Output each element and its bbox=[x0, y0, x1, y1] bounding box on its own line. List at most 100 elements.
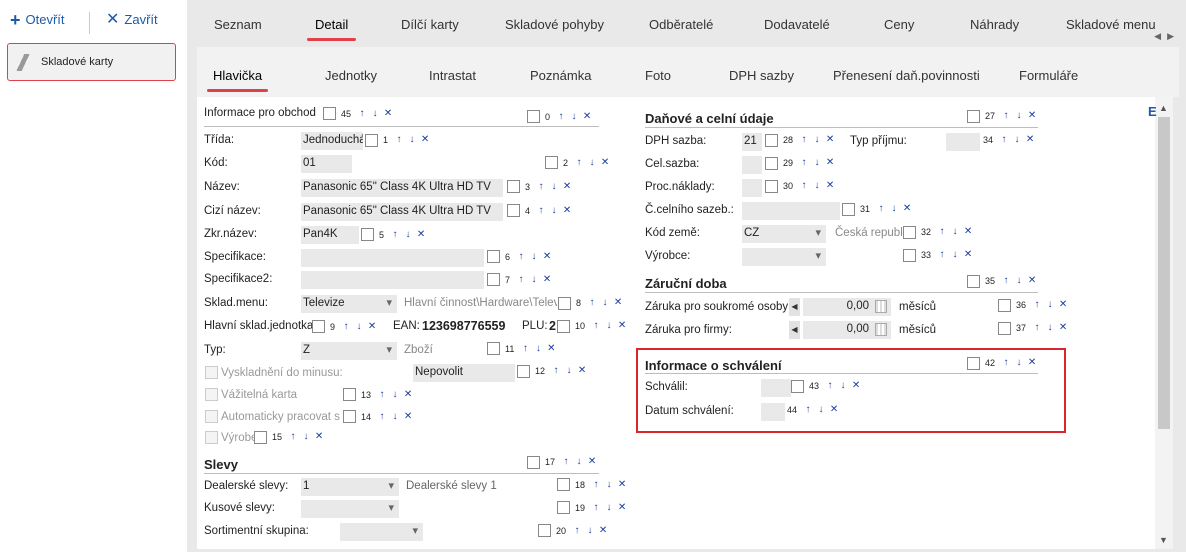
close-icon[interactable]: ✕ bbox=[562, 206, 573, 216]
arrow-down-icon[interactable]: ↓ bbox=[587, 158, 598, 168]
ccs-checkbox[interactable] bbox=[842, 203, 855, 216]
arrow-up-icon[interactable]: ↑ bbox=[394, 135, 405, 145]
arrow-up-icon[interactable]: ↑ bbox=[520, 344, 531, 354]
arrow-down-icon[interactable]: ↓ bbox=[301, 432, 312, 442]
close-icon[interactable]: ✕ bbox=[1058, 300, 1069, 310]
arrow-up-icon[interactable]: ↑ bbox=[937, 250, 948, 260]
spec-field[interactable] bbox=[301, 249, 484, 267]
auto-checkbox-2[interactable] bbox=[343, 410, 356, 423]
zar2-spin-left-icon[interactable]: ◀ bbox=[789, 321, 800, 339]
arrow-down-icon[interactable]: ↓ bbox=[549, 206, 560, 216]
arrow-down-icon[interactable]: ↓ bbox=[390, 390, 401, 400]
arrow-up-icon[interactable]: ↑ bbox=[377, 412, 388, 422]
arrow-up-icon[interactable]: ↑ bbox=[799, 135, 810, 145]
arrow-up-icon[interactable]: ↑ bbox=[288, 432, 299, 442]
arrow-down-icon[interactable]: ↓ bbox=[812, 181, 823, 191]
close-icon[interactable]: ✕ bbox=[587, 457, 598, 467]
schvalil-checkbox[interactable] bbox=[791, 380, 804, 393]
arrow-down-icon[interactable]: ↓ bbox=[354, 322, 365, 332]
arrow-up-icon[interactable]: ↑ bbox=[591, 321, 602, 331]
vyrobce-dropdown[interactable] bbox=[742, 248, 826, 266]
close-icon[interactable]: ✕ bbox=[383, 109, 394, 119]
arrow-down-icon[interactable]: ↓ bbox=[838, 381, 849, 391]
arrow-up-icon[interactable]: ↑ bbox=[516, 275, 527, 285]
sortiment-checkbox[interactable] bbox=[538, 524, 551, 537]
arrow-down-icon[interactable]: ↓ bbox=[1014, 276, 1025, 286]
arrow-up-icon[interactable]: ↑ bbox=[561, 457, 572, 467]
kodzeme-dropdown[interactable]: CZ bbox=[742, 225, 826, 243]
kod-checkbox[interactable] bbox=[545, 156, 558, 169]
arrow-up-icon[interactable]: ↑ bbox=[572, 526, 583, 536]
slevy-checkbox[interactable] bbox=[527, 456, 540, 469]
kod-field[interactable]: 01 bbox=[301, 155, 352, 173]
typ-prijmu-field[interactable] bbox=[946, 133, 980, 151]
close-icon[interactable]: ✕ bbox=[825, 135, 836, 145]
vazit-checkbox-2[interactable] bbox=[343, 388, 356, 401]
arrow-down-icon[interactable]: ↓ bbox=[604, 503, 615, 513]
info-obchod-checkbox[interactable] bbox=[323, 107, 336, 120]
trida-field[interactable]: Jednoduchá bbox=[301, 132, 363, 150]
close-icon[interactable]: ✕ bbox=[829, 405, 840, 415]
arrow-down-icon[interactable]: ↓ bbox=[585, 526, 596, 536]
arrow-down-icon[interactable]: ↓ bbox=[950, 250, 961, 260]
arrow-up-icon[interactable]: ↑ bbox=[556, 112, 567, 122]
close-icon[interactable]: ✕ bbox=[1027, 358, 1038, 368]
arrow-up-icon[interactable]: ↑ bbox=[825, 381, 836, 391]
spec2-checkbox[interactable] bbox=[487, 273, 500, 286]
vyrobe-checkbox[interactable] bbox=[205, 431, 218, 444]
arrow-down-icon[interactable]: ↓ bbox=[390, 412, 401, 422]
close-icon[interactable]: ✕ bbox=[403, 390, 414, 400]
close-icon[interactable]: ✕ bbox=[825, 181, 836, 191]
close-icon[interactable]: ✕ bbox=[1058, 323, 1069, 333]
arrow-down-icon[interactable]: ↓ bbox=[533, 344, 544, 354]
close-icon[interactable]: ✕ bbox=[1027, 276, 1038, 286]
arrow-down-icon[interactable]: ↓ bbox=[812, 135, 823, 145]
arrow-up-icon[interactable]: ↑ bbox=[574, 158, 585, 168]
arrow-down-icon[interactable]: ↓ bbox=[604, 480, 615, 490]
zar2-checkbox[interactable] bbox=[998, 322, 1011, 335]
arrow-up-icon[interactable]: ↑ bbox=[591, 480, 602, 490]
sortiment-dropdown[interactable] bbox=[340, 523, 423, 541]
close-icon[interactable]: ✕ bbox=[825, 158, 836, 168]
arrow-down-icon[interactable]: ↓ bbox=[1045, 323, 1056, 333]
dan-checkbox[interactable] bbox=[967, 110, 980, 123]
arrow-down-icon[interactable]: ↓ bbox=[1014, 358, 1025, 368]
schval-checkbox[interactable] bbox=[967, 357, 980, 370]
arrow-down-icon[interactable]: ↓ bbox=[889, 204, 900, 214]
close-icon[interactable]: ✕ bbox=[416, 230, 427, 240]
arrow-down-icon[interactable]: ↓ bbox=[1045, 300, 1056, 310]
cel-field[interactable] bbox=[742, 156, 762, 174]
arrow-down-icon[interactable]: ↓ bbox=[370, 109, 381, 119]
close-icon[interactable]: ✕ bbox=[617, 503, 628, 513]
arrow-up-icon[interactable]: ↑ bbox=[516, 252, 527, 262]
zaruka-checkbox[interactable] bbox=[967, 275, 980, 288]
arrow-up-icon[interactable]: ↑ bbox=[1032, 300, 1043, 310]
close-icon[interactable]: ✕ bbox=[617, 480, 628, 490]
sklad-dropdown[interactable]: Televize bbox=[301, 295, 397, 313]
kodzeme-checkbox[interactable] bbox=[903, 226, 916, 239]
arrow-down-icon[interactable]: ↓ bbox=[529, 275, 540, 285]
close-icon[interactable]: ✕ bbox=[617, 321, 628, 331]
arrow-up-icon[interactable]: ↑ bbox=[357, 109, 368, 119]
close-icon[interactable]: ✕ bbox=[367, 322, 378, 332]
arrow-up-icon[interactable]: ↑ bbox=[390, 230, 401, 240]
zar1-spin-left-icon[interactable]: ◀ bbox=[789, 298, 800, 316]
arrow-up-icon[interactable]: ↑ bbox=[999, 135, 1010, 145]
vysk-checkbox[interactable] bbox=[205, 366, 218, 379]
arrow-up-icon[interactable]: ↑ bbox=[587, 298, 598, 308]
datum-field[interactable] bbox=[761, 403, 785, 421]
plu-checkbox[interactable] bbox=[557, 320, 570, 333]
proc-field[interactable] bbox=[742, 179, 762, 197]
close-icon[interactable]: ✕ bbox=[403, 412, 414, 422]
auto-checkbox[interactable] bbox=[205, 410, 218, 423]
close-icon[interactable]: ✕ bbox=[963, 227, 974, 237]
close-icon[interactable]: ✕ bbox=[577, 366, 588, 376]
arrow-up-icon[interactable]: ↑ bbox=[1001, 358, 1012, 368]
close-icon[interactable]: ✕ bbox=[598, 526, 609, 536]
ccs-field[interactable] bbox=[742, 202, 840, 220]
edit-icon[interactable]: E bbox=[1148, 104, 1157, 119]
arrow-down-icon[interactable]: ↓ bbox=[1012, 135, 1023, 145]
calculator-icon[interactable] bbox=[875, 300, 887, 313]
close-icon[interactable]: ✕ bbox=[1025, 135, 1036, 145]
spec-checkbox[interactable] bbox=[487, 250, 500, 263]
